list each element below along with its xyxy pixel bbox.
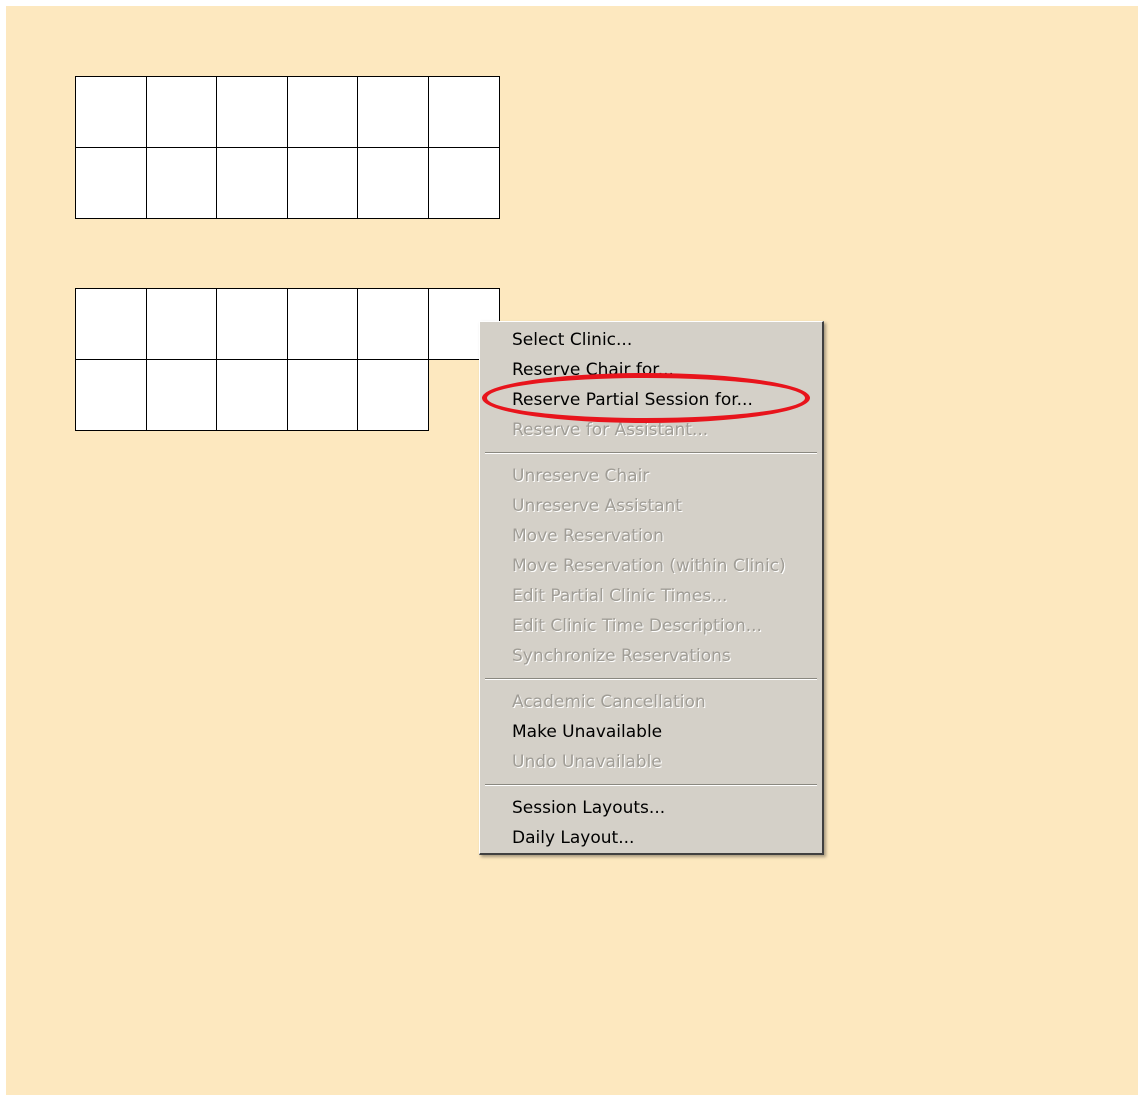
chair-cell[interactable] xyxy=(145,288,218,361)
menu-item-make-unavailable[interactable]: Make Unavailable xyxy=(480,717,822,747)
menu-item-daily-layout[interactable]: Daily Layout... xyxy=(480,823,822,853)
chair-cell[interactable] xyxy=(286,76,359,149)
menu-item-edit-clinic-time-description[interactable]: Edit Clinic Time Description... xyxy=(480,611,822,641)
chair-cell[interactable] xyxy=(357,146,430,219)
menu-item-select-clinic[interactable]: Select Clinic... xyxy=(480,325,822,355)
clinic-chair-grid-top xyxy=(75,76,500,219)
menu-item-unreserve-assistant[interactable]: Unreserve Assistant xyxy=(480,491,822,521)
menu-separator xyxy=(485,784,817,786)
chair-cell[interactable] xyxy=(286,358,359,431)
menu-item-undo-unavailable[interactable]: Undo Unavailable xyxy=(480,747,822,777)
chair-cell[interactable] xyxy=(75,288,148,361)
chair-cell[interactable] xyxy=(357,288,430,361)
chair-cell[interactable] xyxy=(216,76,289,149)
chair-cell[interactable] xyxy=(145,146,218,219)
menu-item-academic-cancellation[interactable]: Academic Cancellation xyxy=(480,687,822,717)
chair-cell[interactable] xyxy=(357,76,430,149)
chair-cell[interactable] xyxy=(75,358,148,431)
chair-cell[interactable] xyxy=(145,358,218,431)
chair-cell[interactable] xyxy=(357,358,430,431)
menu-separator xyxy=(485,452,817,454)
menu-item-reserve-for-assistant[interactable]: Reserve for Assistant... xyxy=(480,415,822,445)
menu-item-move-reservation[interactable]: Move Reservation xyxy=(480,521,822,551)
menu-item-unreserve-chair[interactable]: Unreserve Chair xyxy=(480,461,822,491)
chair-cell[interactable] xyxy=(216,146,289,219)
chair-cell[interactable] xyxy=(75,146,148,219)
menu-item-edit-partial-clinic-times[interactable]: Edit Partial Clinic Times... xyxy=(480,581,822,611)
menu-item-session-layouts[interactable]: Session Layouts... xyxy=(480,793,822,823)
context-menu: Select Clinic... Reserve Chair for... Re… xyxy=(479,321,824,855)
chair-cell[interactable] xyxy=(75,76,148,149)
menu-item-synchronize-reservations[interactable]: Synchronize Reservations xyxy=(480,641,822,671)
chair-cell[interactable] xyxy=(216,358,289,431)
chair-cell[interactable] xyxy=(286,288,359,361)
menu-separator xyxy=(485,678,817,680)
chair-cell[interactable] xyxy=(145,76,218,149)
chair-cell[interactable] xyxy=(427,146,500,219)
menu-item-reserve-chair[interactable]: Reserve Chair for... xyxy=(480,355,822,385)
menu-item-reserve-partial-session[interactable]: Reserve Partial Session for... xyxy=(480,385,822,415)
clinic-chair-grid-bottom xyxy=(75,288,500,431)
chair-cell[interactable] xyxy=(286,146,359,219)
menu-item-move-reservation-within-clinic[interactable]: Move Reservation (within Clinic) xyxy=(480,551,822,581)
chair-cell[interactable] xyxy=(216,288,289,361)
chair-cell[interactable] xyxy=(427,76,500,149)
